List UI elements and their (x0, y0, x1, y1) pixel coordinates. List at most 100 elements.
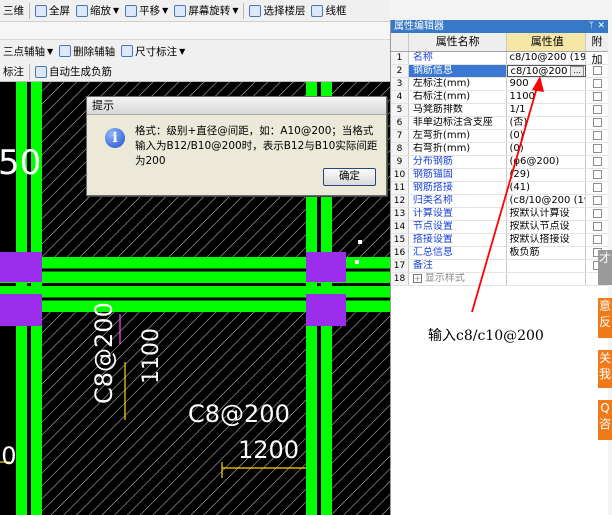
auto-negative-rebar-button[interactable]: 自动生成负筋 (32, 62, 115, 82)
expand-icon[interactable]: + (412, 274, 422, 283)
select-floor-button[interactable]: 选择楼层 (246, 1, 308, 21)
zoom-icon (76, 4, 88, 17)
attach-checkbox[interactable] (592, 209, 602, 218)
delete-axis-label: 删除辅轴 (73, 45, 116, 58)
main-toolbar: 三维 全屏 缩放 ▼ 平移 ▼ 屏幕旋转 ▼ 选择楼层 线框 (0, 0, 390, 22)
column[interactable] (0, 294, 42, 326)
attach-checkbox[interactable] (592, 196, 602, 205)
column[interactable] (306, 294, 346, 326)
edge-tab[interactable]: 意反 (598, 298, 612, 338)
add-cell (586, 78, 608, 90)
info-icon: i (105, 128, 125, 148)
delete-axis-icon (59, 45, 72, 57)
row-number: 9 (391, 156, 409, 168)
slab-hatch (332, 312, 390, 515)
wireframe-button[interactable]: 线框 (308, 1, 349, 21)
row-number: 16 (391, 247, 409, 259)
cad-text: C8@200 (90, 302, 118, 404)
property-name-text: 归类名称 (412, 195, 453, 206)
pin-icon[interactable]: ᛘ (589, 20, 594, 33)
hint-dialog: 提示 i 格式：级别+直径@间距，如：A10@200；当格式输入为B12/B10… (86, 96, 387, 196)
attach-checkbox[interactable] (592, 170, 602, 179)
attach-checkbox[interactable] (592, 222, 602, 231)
rotate-screen-button[interactable]: 屏幕旋转 ▼ (171, 1, 241, 21)
toolbar-divider (243, 2, 245, 19)
property-name-text: 计算设置 (412, 208, 453, 219)
row-number: 15 (391, 234, 409, 246)
row-number: 11 (391, 182, 409, 194)
add-cell (586, 65, 608, 77)
attach-checkbox[interactable] (592, 144, 602, 153)
close-icon[interactable]: ✕ (597, 20, 605, 33)
select-floor-label: 选择楼层 (263, 5, 306, 17)
chevron-down-icon: ▼ (113, 6, 120, 15)
attach-checkbox[interactable] (592, 118, 602, 127)
property-editor-titlebar: 属性编辑器 ᛘ ✕ (391, 20, 608, 33)
cad-text: 50 (0, 143, 41, 183)
column[interactable] (306, 252, 346, 282)
toolbar-spacer (0, 22, 390, 40)
property-name-text: 钢筋锚固 (412, 169, 453, 180)
header-num (391, 33, 409, 51)
attach-checkbox[interactable] (592, 92, 602, 101)
rotate-icon (174, 4, 187, 17)
annotate-label: 标注 (3, 66, 24, 78)
ellipsis-button[interactable]: ... (570, 66, 585, 76)
row-number: 1 (391, 52, 409, 64)
property-row[interactable]: 1 名称 c8/10@200 (190 (391, 52, 608, 65)
ok-button[interactable]: 确定 (323, 168, 376, 186)
pan-button[interactable]: 平移 ▼ (122, 1, 171, 21)
attach-checkbox[interactable] (592, 79, 602, 88)
delete-axis-button[interactable]: 删除辅轴 (56, 41, 118, 61)
attach-checkbox[interactable] (592, 235, 602, 244)
row-number: 8 (391, 143, 409, 155)
dimension-label: 尺寸标注 (135, 45, 178, 58)
pan-icon (125, 4, 138, 17)
add-cell (586, 234, 608, 246)
attach-checkbox[interactable] (592, 183, 602, 192)
auto-negative-rebar-label: 自动生成负筋 (49, 66, 112, 78)
column[interactable] (0, 252, 42, 282)
header-name: 属性名称 (409, 33, 508, 51)
add-cell (586, 195, 608, 207)
chevron-down-icon: ▼ (179, 46, 186, 56)
row-number: 12 (391, 195, 409, 207)
property-name-text: 钢筋信息 (412, 65, 453, 76)
property-value[interactable]: c8/10@200 (190 (507, 52, 587, 64)
toolbar-divider (29, 63, 30, 80)
add-cell (586, 208, 608, 220)
zoom-button[interactable]: 缩放 ▼ (73, 1, 122, 21)
row-number: 5 (391, 104, 409, 116)
row-number: 17 (391, 260, 409, 272)
property-name-text: 名称 (412, 52, 433, 63)
attach-checkbox[interactable] (592, 105, 602, 114)
3d-view-button[interactable]: 三维 (0, 1, 27, 21)
fullscreen-label: 全屏 (49, 5, 70, 17)
edge-tab[interactable]: 才 (598, 250, 612, 285)
three-point-axis-button[interactable]: 三点辅轴 ▼ (0, 41, 56, 61)
row-number: 6 (391, 117, 409, 129)
add-cell (586, 169, 608, 181)
add-cell (586, 117, 608, 129)
chevron-down-icon: ▼ (232, 6, 239, 15)
annotate-button[interactable]: 标注 (0, 62, 27, 82)
property-table-header: 属性名称 属性值 附加 (391, 33, 608, 66)
attach-checkbox[interactable] (592, 66, 602, 75)
add-cell (586, 221, 608, 233)
add-cell (586, 52, 608, 64)
add-cell (586, 156, 608, 168)
attach-checkbox[interactable] (592, 131, 602, 140)
property-editor-title: 属性编辑器 (394, 21, 444, 32)
three-point-axis-label: 三点辅轴 (3, 45, 45, 58)
dialog-message: 格式：级别+直径@间距，如：A10@200；当格式输入为B12/B10@200时… (135, 125, 378, 167)
row-number: 7 (391, 130, 409, 142)
property-name-text: 备注 (412, 260, 433, 271)
edge-tab[interactable]: 关我 (598, 350, 612, 388)
add-cell (586, 143, 608, 155)
toolbar-divider (29, 2, 30, 19)
dimension-button[interactable]: 尺寸标注 ▼ (118, 41, 188, 61)
fullscreen-button[interactable]: 全屏 (32, 1, 73, 21)
edge-tab[interactable]: Q咨 (598, 400, 612, 440)
annotation-arrow (471, 76, 544, 313)
attach-checkbox[interactable] (592, 157, 602, 166)
